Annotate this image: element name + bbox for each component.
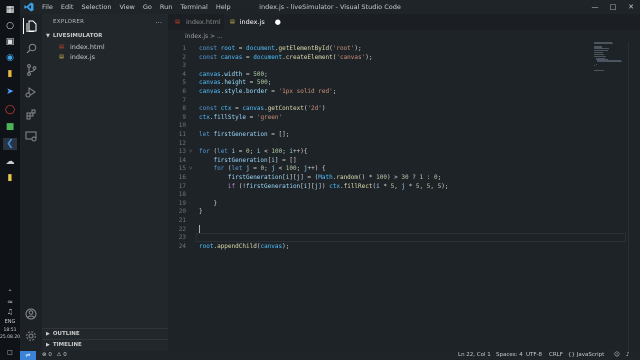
language-mode[interactable]: {} JavaScript — [568, 351, 604, 360]
file-label: index.js — [70, 53, 96, 61]
feedback-icon[interactable]: ☺ — [614, 351, 620, 360]
notifications-icon[interactable]: □ — [3, 346, 17, 358]
chevron-right-icon: ▶ — [46, 330, 50, 337]
breadcrumb-text: index.js > ... — [185, 32, 223, 40]
code-text: root.appendChild(canvas); — [199, 242, 290, 250]
menu-selection[interactable]: Selection — [77, 3, 115, 11]
activity-bar — [20, 14, 42, 351]
menu-edit[interactable]: Edit — [57, 3, 78, 11]
section-label: TIMELINE — [52, 341, 82, 348]
clock-date: 25.08.2022 — [0, 335, 26, 340]
tab-label: index.js — [239, 18, 265, 26]
minimap[interactable] — [594, 42, 628, 72]
explorer-title: EXPLORER — [53, 19, 85, 25]
explorer-sidebar: EXPLORER ... ▼ LIVESIMULATOR ▤ index.htm… — [42, 14, 168, 351]
maximize-button[interactable]: □ — [604, 0, 622, 14]
js-file-icon: ▤ — [230, 19, 235, 25]
minimap-line — [594, 69, 604, 71]
indentation[interactable]: Spaces: 4 — [496, 351, 523, 360]
menu-go[interactable]: Go — [139, 3, 156, 11]
windows-taskbar: ▦ ○ ▣ ◉ ▮ ➤ ◯ ■ ❮ ☁ ▮ ⌃ ≈ ♫ ENG 18:51 25… — [0, 0, 26, 360]
code-line[interactable]: 24 root.appendChild(canvas); — [168, 242, 628, 251]
app-icon[interactable]: ■ — [3, 121, 17, 133]
encoding[interactable]: UTF-8 — [526, 351, 542, 360]
edge-icon[interactable]: ◉ — [3, 52, 17, 64]
menu-help[interactable]: Help — [212, 3, 235, 11]
warning-count: 0 — [63, 352, 67, 358]
app-icon[interactable]: ☁ — [3, 156, 17, 168]
explorer-icon[interactable] — [23, 18, 39, 34]
chevron-down-icon: ▼ — [46, 33, 50, 39]
search-icon[interactable]: ○ — [3, 20, 17, 32]
accounts-icon[interactable] — [23, 306, 39, 322]
title-bar: File Edit Selection View Go Run Terminal… — [20, 0, 640, 14]
manage-gear-icon[interactable] — [23, 328, 39, 344]
problems-indicator[interactable]: ⊗ 0 ⚠ 0 — [42, 351, 67, 360]
extensions-icon[interactable] — [23, 106, 39, 122]
folder-livesimulator[interactable]: ▼ LIVESIMULATOR — [42, 31, 168, 41]
tab-index-js[interactable]: ▤ index.js ● — [224, 14, 281, 30]
folder-label: LIVESIMULATOR — [52, 33, 103, 39]
file-index-js[interactable]: ▤ index.js — [42, 52, 168, 62]
remote-explorer-icon[interactable] — [23, 128, 39, 144]
file-index-html[interactable]: ▤ index.html — [42, 42, 168, 52]
tab-label: index.html — [186, 18, 221, 26]
source-control-icon[interactable] — [23, 62, 39, 78]
minimap-line — [594, 51, 604, 53]
file-label: index.html — [70, 43, 105, 51]
error-icon: ⊗ — [42, 352, 47, 358]
html-file-icon: ▤ — [175, 19, 180, 25]
unsaved-dot-icon[interactable]: ● — [275, 18, 281, 26]
minimap-line — [594, 43, 614, 45]
chevron-right-icon: ▶ — [46, 341, 50, 348]
telegram-icon[interactable]: ➤ — [3, 86, 17, 98]
file-explorer-icon[interactable]: ▮ — [3, 68, 17, 80]
minimap-line — [597, 61, 622, 63]
minimap-line — [594, 48, 610, 49]
search-icon[interactable] — [23, 40, 39, 56]
windows-start-icon[interactable]: ▦ — [3, 4, 17, 16]
menu-run[interactable]: Run — [156, 3, 176, 11]
vscode-logo-icon — [20, 0, 38, 14]
task-view-icon[interactable]: ▣ — [3, 36, 17, 48]
menu-view[interactable]: View — [115, 3, 138, 11]
status-bar: ⇌ ⊗ 0 ⚠ 0 Ln 22, Col 1 Spaces: 4 UTF-8 C… — [20, 351, 640, 360]
remote-indicator-icon[interactable]: ⇌ — [20, 351, 36, 360]
line-number: 24 — [178, 242, 186, 250]
timeline-section[interactable]: ▶ TIMELINE — [42, 339, 168, 349]
js-file-icon: ▤ — [59, 54, 64, 60]
minimap-line — [594, 54, 604, 55]
taskbar-clock[interactable]: 18:51 25.08.2022 — [0, 327, 26, 341]
line-ending[interactable]: CRLF — [549, 351, 563, 360]
section-label: OUTLINE — [52, 330, 80, 337]
breadcrumb[interactable]: index.js > ... — [168, 30, 640, 42]
vertical-scrollbar[interactable] — [628, 42, 640, 351]
html-file-icon: ▤ — [59, 44, 64, 50]
close-window-button[interactable]: ✕ — [622, 0, 640, 14]
cursor-position[interactable]: Ln 22, Col 1 — [458, 351, 491, 360]
warning-icon: ⚠ — [56, 352, 62, 358]
run-debug-icon[interactable] — [23, 84, 39, 100]
outline-section[interactable]: ▶ OUTLINE — [42, 328, 168, 338]
text-cursor — [199, 224, 200, 233]
minimize-button[interactable]: — — [586, 0, 604, 14]
clock-time: 18:51 — [3, 328, 17, 333]
menu-terminal[interactable]: Terminal — [176, 3, 211, 11]
menu-file[interactable]: File — [38, 3, 57, 11]
notifications-bell-icon[interactable]: ♪ — [626, 351, 630, 360]
code-editor[interactable]: 1 const root = document.getElementById('r… — [168, 42, 628, 351]
editor-tab-bar: ▤ index.html ▤ index.js ● — [168, 14, 640, 30]
more-actions-icon[interactable]: ... — [155, 17, 162, 25]
vscode-taskbar-icon[interactable]: ❮ — [3, 138, 17, 150]
opera-icon[interactable]: ◯ — [3, 104, 17, 116]
sticky-notes-icon[interactable]: ▮ — [3, 172, 17, 184]
tab-index-html[interactable]: ▤ index.html — [168, 14, 224, 30]
error-count: 0 — [48, 352, 52, 358]
